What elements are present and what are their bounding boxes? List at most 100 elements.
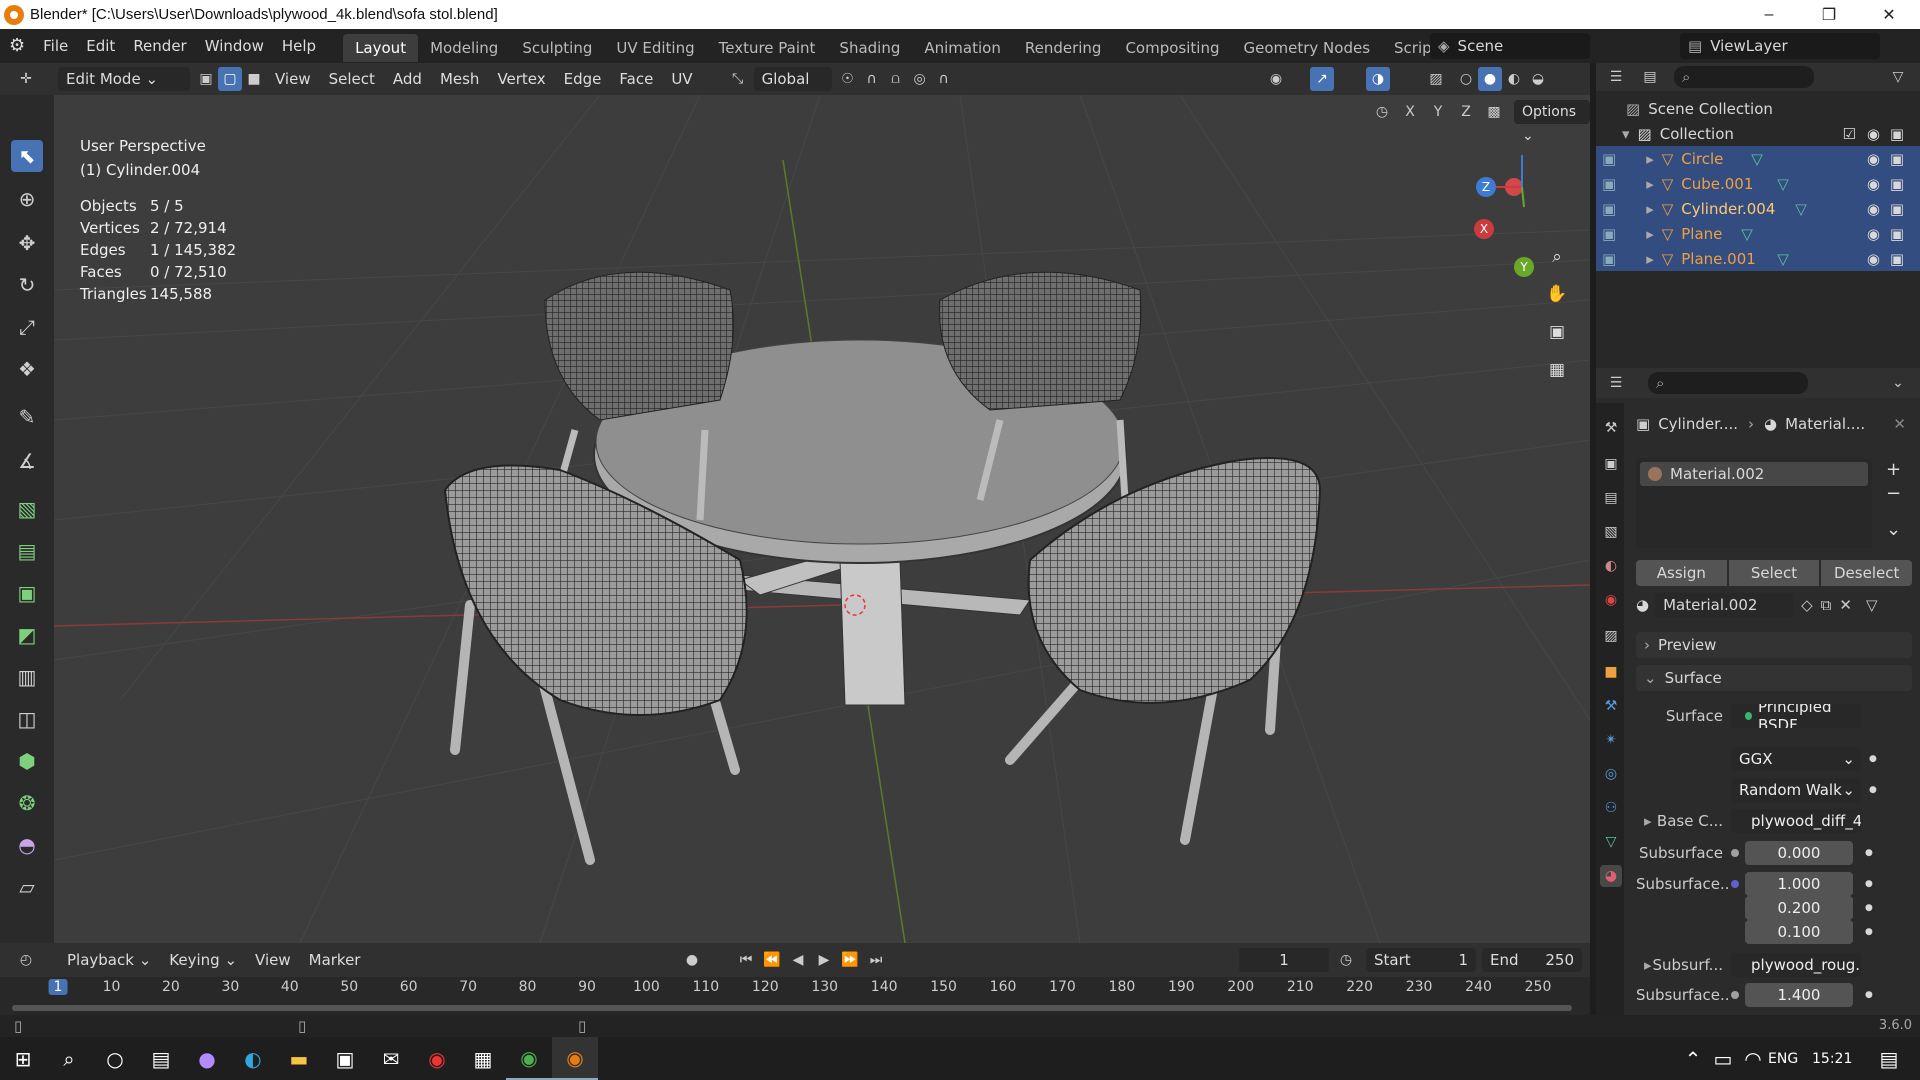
distribution-dropdown[interactable]: GGX ⌄ bbox=[1731, 747, 1861, 771]
menu-add[interactable]: Add bbox=[384, 63, 431, 95]
scene-collection-row[interactable]: ▨ Scene Collection bbox=[1596, 96, 1920, 121]
measure-tool-icon[interactable]: ∡ bbox=[11, 445, 43, 477]
gizmo-y-axis[interactable]: Y bbox=[1514, 257, 1534, 277]
menu-view[interactable]: View bbox=[266, 63, 320, 95]
snap-target-icon[interactable]: ⩍ bbox=[884, 67, 908, 91]
add-slot-icon[interactable]: + bbox=[1886, 458, 1901, 482]
subsurface-color-input[interactable]: plywood_roug... bbox=[1731, 953, 1861, 977]
preview-panel-header[interactable]: › Preview bbox=[1636, 632, 1912, 658]
cortana-icon[interactable]: ○ bbox=[92, 1037, 138, 1080]
edit-mode-icon[interactable]: ▣ bbox=[1602, 225, 1616, 243]
poly-build-tool-icon[interactable]: ⬢ bbox=[11, 745, 43, 777]
jump-start-icon[interactable]: ⏮ bbox=[734, 948, 758, 972]
menu-mesh[interactable]: Mesh bbox=[431, 63, 489, 95]
orientation-dropdown[interactable]: Global ⌄ bbox=[753, 67, 832, 112]
subsurface-method-dropdown[interactable]: Random Walk ⌄ bbox=[1731, 778, 1861, 802]
minimize-icon[interactable]: – bbox=[1740, 0, 1798, 29]
menu-marker[interactable]: Marker bbox=[300, 944, 370, 976]
maximize-icon[interactable]: ❐ bbox=[1800, 0, 1858, 29]
surface-shader-field[interactable]: Principled BSDF bbox=[1731, 704, 1861, 728]
collection-row[interactable]: ▾ ▨ Collection ☑ ◉ ▣ bbox=[1596, 121, 1920, 146]
edit-mode-icon[interactable]: ▣ bbox=[1602, 175, 1616, 193]
annotate-tool-icon[interactable]: ✎ bbox=[11, 401, 43, 433]
chrome-icon[interactable]: ◉ bbox=[506, 1037, 552, 1080]
tab-uv-editing[interactable]: UV Editing bbox=[604, 34, 706, 62]
task-view-icon[interactable]: ▤ bbox=[138, 1037, 184, 1080]
deselect-button[interactable]: Deselect bbox=[1821, 560, 1913, 586]
spin-tool-icon[interactable]: ❂ bbox=[11, 787, 43, 819]
move-tool-icon[interactable]: ✥ bbox=[11, 227, 43, 259]
properties-search-input[interactable]: ⌕ bbox=[1648, 372, 1808, 394]
camera-icon[interactable]: ▣ bbox=[1890, 175, 1904, 193]
viewlayer-selector[interactable]: ▤ ViewLayer bbox=[1680, 33, 1880, 59]
loop-cut-tool-icon[interactable]: ▥ bbox=[11, 661, 43, 693]
next-keyframe-icon[interactable]: ⏩ bbox=[838, 948, 862, 972]
tab-layout[interactable]: Layout bbox=[343, 34, 419, 62]
gizmo-x-axis[interactable]: X bbox=[1474, 219, 1494, 239]
remove-slot-icon[interactable]: − bbox=[1886, 482, 1901, 506]
outliner-object-row[interactable]: ▣ ▸ ▽ Plane ▽ ◉ ▣ bbox=[1596, 221, 1920, 246]
particles-tab-icon[interactable]: ✴ bbox=[1600, 729, 1622, 751]
select-box-tool-icon[interactable]: ⬉ bbox=[11, 140, 43, 172]
smooth-tool-icon[interactable]: ◓ bbox=[11, 829, 43, 861]
subsurface-radius-y[interactable]: 0.200 bbox=[1745, 896, 1853, 920]
store-icon[interactable]: ▣ bbox=[322, 1037, 368, 1080]
eye-icon[interactable]: ◉ bbox=[1867, 225, 1880, 243]
outliner-object-row[interactable]: ▣ ▸ ▽ Circle ▽ ◉ ▣ bbox=[1596, 146, 1920, 171]
eye-icon[interactable]: ◉ bbox=[1867, 250, 1880, 268]
scene-tab-icon[interactable]: ◐ bbox=[1600, 555, 1622, 577]
menu-edit[interactable]: Edit bbox=[77, 29, 124, 63]
expand-icon[interactable]: ▸ bbox=[1644, 956, 1652, 974]
tool-tab-icon[interactable]: ⚒ bbox=[1600, 417, 1622, 439]
outliner-object-row[interactable]: ▣ ▸ ▽ Cylinder.004 ▽ ◉ ▣ bbox=[1596, 196, 1920, 221]
file-explorer-icon[interactable]: ▬ bbox=[276, 1037, 322, 1080]
tab-texture-paint[interactable]: Texture Paint bbox=[707, 34, 828, 62]
view-layer-tab-icon[interactable]: ▧ bbox=[1600, 521, 1622, 543]
keyframe-dot-icon[interactable]: ● bbox=[1869, 754, 1877, 764]
camera-icon[interactable]: ▣ bbox=[1890, 225, 1904, 243]
editor-type-icon[interactable]: ✛ bbox=[14, 67, 38, 91]
camera-icon[interactable]: ▣ bbox=[1890, 150, 1904, 168]
tab-sculpting[interactable]: Sculpting bbox=[510, 34, 604, 62]
menu-window[interactable]: Window bbox=[196, 29, 273, 63]
tab-geometry-nodes[interactable]: Geometry Nodes bbox=[1231, 34, 1382, 62]
assign-button[interactable]: Assign bbox=[1636, 560, 1727, 586]
language-indicator[interactable]: ENG bbox=[1768, 1051, 1798, 1067]
chevron-down-icon[interactable]: ⌄ bbox=[1886, 371, 1910, 395]
timeline-area[interactable]: 1 10 20 30 40 50 60 70 80 90 100 110 120 130 140 150 160… bbox=[0, 977, 1590, 1015]
keyframe-dot-icon[interactable]: ● bbox=[1865, 903, 1873, 913]
menu-file[interactable]: File bbox=[34, 29, 77, 63]
eye-icon[interactable]: ◉ bbox=[1867, 200, 1880, 218]
fake-user-icon[interactable]: ◇ bbox=[1801, 596, 1813, 614]
menu-face[interactable]: Face bbox=[610, 63, 662, 95]
keyframe-dot-icon[interactable]: ● bbox=[1865, 927, 1873, 937]
physics-tab-icon[interactable]: ◎ bbox=[1600, 763, 1622, 785]
solid-shading-icon[interactable]: ● bbox=[1478, 67, 1502, 91]
mirror-x[interactable]: X bbox=[1398, 100, 1422, 124]
material-name-field[interactable]: Material.002 bbox=[1655, 593, 1794, 617]
add-cube-tool-icon[interactable]: ▧ bbox=[11, 493, 43, 525]
menu-playback[interactable]: Playback ⌄ bbox=[58, 944, 160, 976]
filter-icon[interactable]: ▽ bbox=[1886, 65, 1910, 89]
keyframe-dot-icon[interactable]: ● bbox=[1869, 785, 1877, 795]
slot-menu-chevron-icon[interactable]: ⌄ bbox=[1886, 518, 1901, 542]
material-tab-icon[interactable]: ◕ bbox=[1600, 865, 1622, 887]
eye-icon[interactable]: ◉ bbox=[1867, 150, 1880, 168]
rendered-shading-icon[interactable]: ◒ bbox=[1526, 67, 1550, 91]
clock[interactable]: 15:21 bbox=[1812, 1051, 1852, 1067]
menu-uv[interactable]: UV bbox=[662, 63, 701, 95]
edit-mode-icon[interactable]: ▣ bbox=[1602, 150, 1616, 168]
timeline-scrollbar[interactable] bbox=[12, 1005, 1572, 1011]
outliner-search-input[interactable]: ⌕ bbox=[1674, 66, 1814, 88]
tab-shading[interactable]: Shading bbox=[827, 34, 912, 62]
pivot-icon[interactable]: ☉ bbox=[836, 67, 860, 91]
scale-tool-icon[interactable]: ⤢ bbox=[11, 311, 43, 343]
timeline-editor-icon[interactable]: ◴ bbox=[14, 948, 38, 972]
tab-animation[interactable]: Animation bbox=[912, 34, 1012, 62]
menu-render[interactable]: Render bbox=[124, 29, 195, 63]
duplicate-icon[interactable]: ⧉ bbox=[1821, 596, 1832, 614]
stopwatch-icon[interactable]: ◷ bbox=[1334, 948, 1358, 972]
tab-compositing[interactable]: Compositing bbox=[1113, 34, 1231, 62]
face-select-icon[interactable]: ■ bbox=[242, 67, 266, 91]
constraints-tab-icon[interactable]: ⚇ bbox=[1600, 797, 1622, 819]
